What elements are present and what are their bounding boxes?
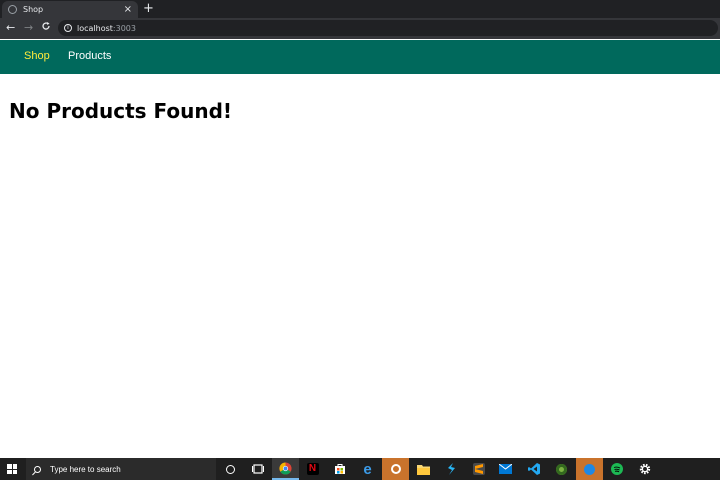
windows-start-icon[interactable] (7, 464, 17, 474)
search-placeholder: Type here to search (50, 464, 121, 474)
url-text: localhost:3003 (77, 24, 136, 33)
site-info-icon[interactable]: i (64, 24, 72, 32)
file-explorer-icon[interactable] (410, 458, 437, 480)
back-button[interactable]: ← (6, 21, 15, 35)
taskbar: Type here to search N e (0, 458, 720, 480)
app-blue-icon[interactable] (576, 458, 603, 480)
app-orange-icon[interactable] (382, 458, 409, 480)
edge-icon[interactable]: e (354, 458, 381, 480)
reload-icon (42, 22, 50, 30)
netflix-icon[interactable]: N (299, 458, 326, 480)
reload-button[interactable] (41, 21, 51, 35)
tab-close-icon[interactable]: × (124, 4, 132, 15)
chrome-icon[interactable] (272, 458, 299, 480)
sublime-text-icon[interactable] (465, 458, 492, 480)
address-bar[interactable]: i localhost:3003 (58, 20, 718, 36)
url-port: :3003 (112, 23, 136, 33)
mail-icon[interactable] (492, 458, 519, 480)
globe-icon (8, 5, 17, 14)
settings-icon[interactable] (631, 458, 658, 480)
cortana-icon[interactable] (217, 458, 244, 480)
nav-link-shop[interactable]: Shop (24, 50, 50, 62)
spotify-icon[interactable] (603, 458, 630, 480)
vscode-icon[interactable] (520, 458, 547, 480)
new-tab-button[interactable]: + (143, 2, 154, 15)
main-header: Shop Products (0, 40, 720, 74)
browser-tab[interactable]: Shop × (2, 1, 138, 18)
nav-link-products[interactable]: Products (68, 50, 111, 62)
store-icon[interactable] (326, 458, 353, 480)
tab-title: Shop (23, 5, 44, 14)
browser-tab-strip: Shop × + (0, 0, 720, 18)
page-title: No Products Found! (9, 99, 233, 123)
browser-toolbar: ← → i localhost:3003 (0, 18, 720, 39)
forward-button[interactable]: → (24, 21, 33, 35)
visual-studio-code-insiders-icon[interactable] (437, 458, 464, 480)
app-green-icon[interactable] (548, 458, 575, 480)
task-view-icon[interactable] (244, 458, 271, 480)
search-icon (34, 465, 41, 473)
url-host: localhost (77, 23, 113, 33)
taskbar-search[interactable]: Type here to search (26, 458, 216, 480)
